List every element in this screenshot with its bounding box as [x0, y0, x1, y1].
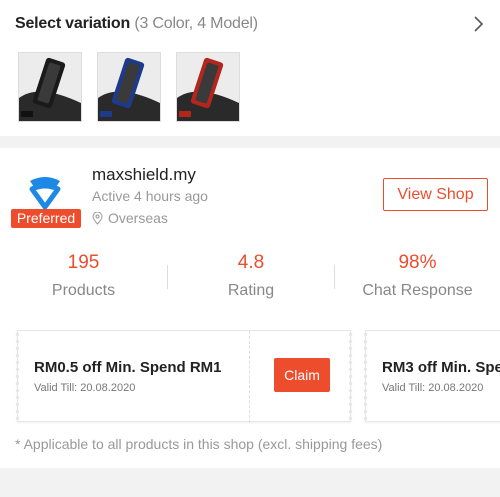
- voucher-valid-date: Valid Till: 20.08.2020: [382, 382, 484, 394]
- voucher-edge: [348, 331, 353, 423]
- shop-location-text: Overseas: [108, 210, 168, 226]
- variation-thumb-black[interactable]: [18, 52, 82, 122]
- voucher-edge: [363, 331, 368, 423]
- shop-active-status: Active 4 hours ago: [92, 188, 208, 204]
- stat-chat-label: Chat Response: [362, 282, 473, 299]
- shop-name[interactable]: maxshield.my: [92, 165, 196, 185]
- stat-products-value: 195: [67, 252, 100, 273]
- voucher-note: * Applicable to all products in this sho…: [15, 436, 383, 452]
- variation-thumb-blue[interactable]: [97, 52, 161, 122]
- voucher-card[interactable]: RM0.5 off Min. Spend RM1 Valid Till: 20.…: [15, 330, 353, 423]
- voucher-card[interactable]: RM3 off Min. Spend Valid Till: 20.08.202…: [363, 330, 500, 423]
- variation-section[interactable]: Select variation (3 Color, 4 Model): [0, 0, 500, 136]
- stat-rating-label: Rating: [227, 282, 275, 299]
- stat-chat-response[interactable]: 98% Chat Response: [335, 248, 500, 308]
- section-separator: [0, 136, 500, 148]
- stat-rating-value: 4.8: [237, 252, 265, 273]
- section-separator: [0, 468, 500, 497]
- variation-title-text: Select variation: [15, 15, 131, 32]
- variation-subtitle: (3 Color, 4 Model): [134, 15, 258, 32]
- voucher-edge: [15, 331, 20, 423]
- variation-thumb-red[interactable]: [176, 52, 240, 122]
- location-pin-icon: [92, 211, 103, 225]
- variation-title: Select variation (3 Color, 4 Model): [15, 15, 258, 33]
- shop-section: Preferred maxshield.my Active 4 hours ag…: [0, 148, 500, 318]
- voucher-valid-date: Valid Till: 20.08.2020: [34, 382, 136, 394]
- voucher-title: RM0.5 off Min. Spend RM1: [34, 359, 222, 376]
- stat-rating[interactable]: 4.8 Rating: [168, 248, 334, 308]
- claim-button[interactable]: Claim: [274, 358, 330, 392]
- stat-products-label: Products: [51, 282, 116, 299]
- stat-products[interactable]: 195 Products: [0, 248, 167, 308]
- chevron-right-icon[interactable]: [468, 14, 488, 34]
- voucher-section: RM0.5 off Min. Spend RM1 Valid Till: 20.…: [0, 318, 500, 468]
- voucher-title: RM3 off Min. Spend: [382, 359, 500, 376]
- voucher-divider: [249, 331, 250, 423]
- shop-location: Overseas: [92, 210, 168, 226]
- stat-chat-value: 98%: [398, 252, 437, 273]
- shop-logo-icon[interactable]: [24, 173, 66, 213]
- preferred-badge: Preferred: [11, 209, 81, 228]
- shop-stats: 195 Products 4.8 Rating 98% Chat Respons…: [0, 248, 500, 308]
- variation-thumbnails: [18, 52, 240, 122]
- view-shop-button[interactable]: View Shop: [383, 178, 488, 211]
